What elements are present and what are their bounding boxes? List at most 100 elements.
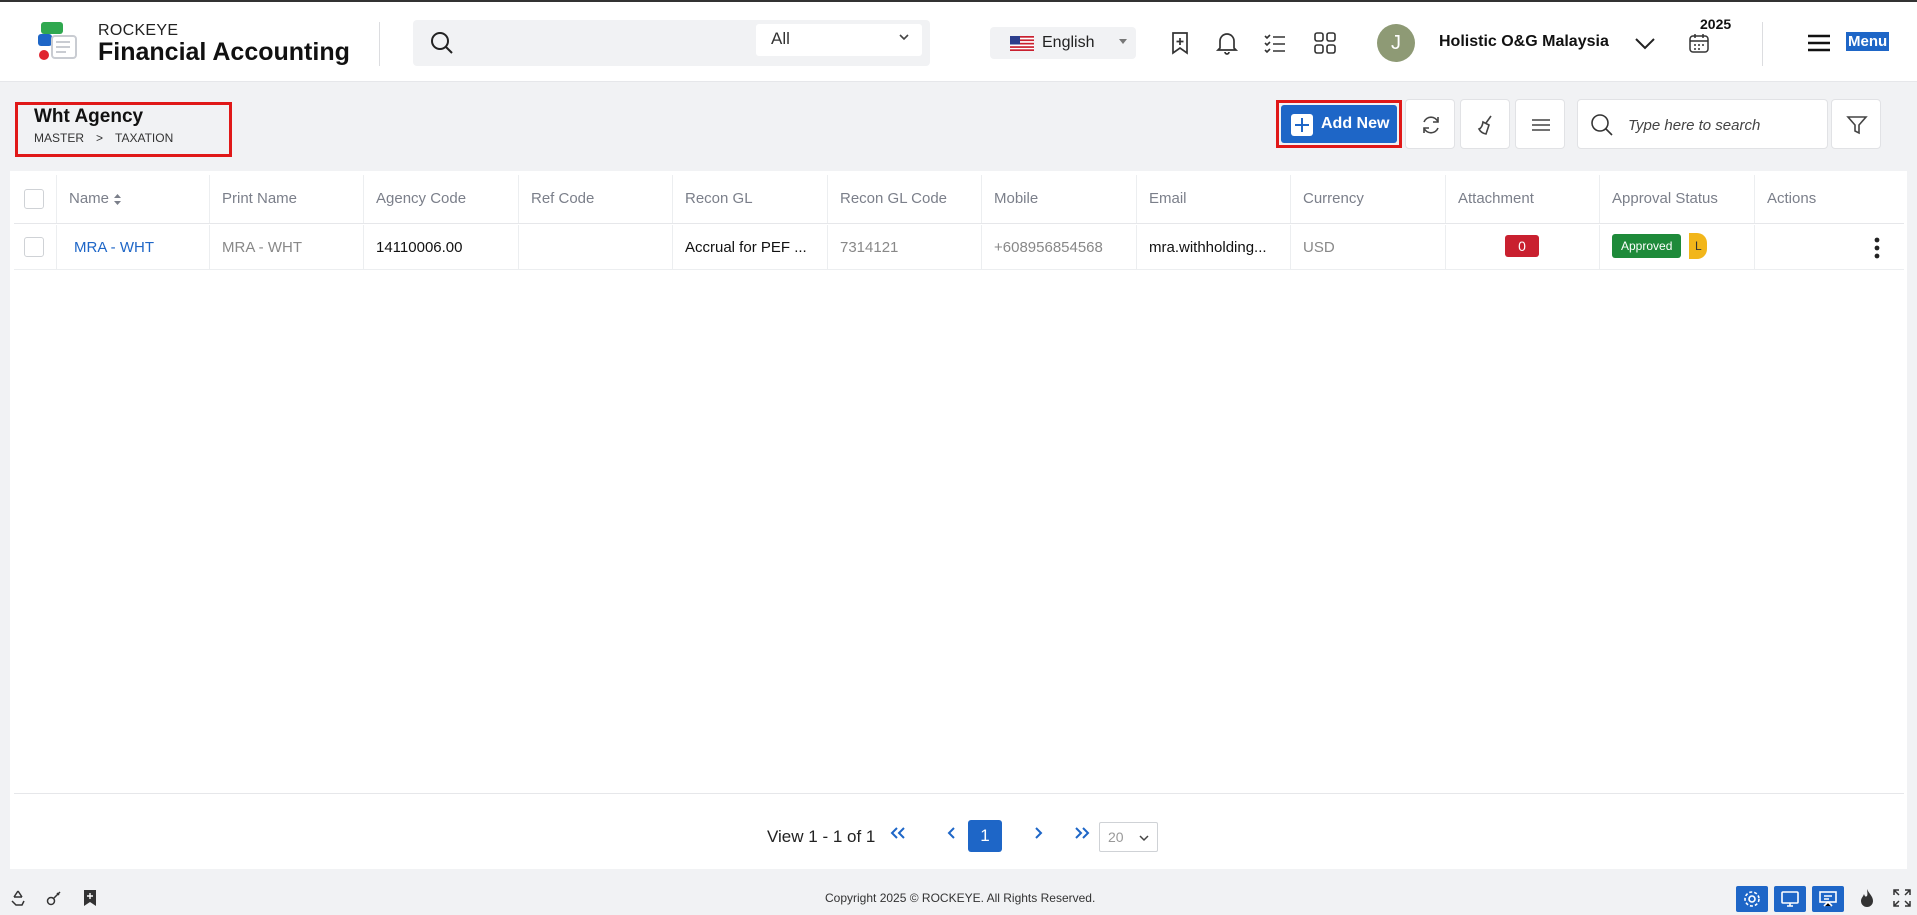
filter-icon <box>1846 116 1868 135</box>
menu-label[interactable]: Menu <box>1846 32 1890 51</box>
add-new-highlight-box: Add New <box>1276 100 1402 148</box>
fullscreen-icon[interactable] <box>1893 889 1911 907</box>
last-page-icon[interactable] <box>1073 826 1091 840</box>
pagination: View 1 - 1 of 1 1 20 <box>14 793 1904 863</box>
cell-mobile: +608956854568 <box>982 225 1137 269</box>
fiscal-year[interactable]: 2025 <box>1700 16 1731 32</box>
row-checkbox[interactable] <box>24 237 44 257</box>
sort-icon[interactable] <box>113 193 122 206</box>
breadcrumb-item-taxation[interactable]: TAXATION <box>115 131 173 145</box>
footer: Copyright 2025 © ROCKEYE. All Rights Res… <box>0 883 1917 915</box>
search-icon <box>431 32 453 54</box>
column-header-recon-gl-code[interactable]: Recon GL Code <box>828 175 982 223</box>
gear-icon <box>1744 891 1760 907</box>
search-scope-value: All <box>771 29 790 48</box>
select-all-checkbox[interactable] <box>24 189 44 209</box>
next-page-icon[interactable] <box>1033 826 1043 840</box>
cell-recon-gl: Accrual for PEF ... <box>673 225 828 269</box>
table-search[interactable] <box>1577 99 1828 149</box>
cell-email: mra.withholding... <box>1137 225 1291 269</box>
apps-grid-icon[interactable] <box>1312 30 1338 56</box>
column-menu-button[interactable] <box>1515 99 1565 149</box>
refresh-button[interactable] <box>1405 99 1455 149</box>
chevron-down-icon[interactable] <box>1632 30 1658 56</box>
column-header-approval-status[interactable]: Approval Status <box>1600 175 1755 223</box>
cell-currency: USD <box>1291 225 1446 269</box>
chevron-down-icon <box>1139 835 1149 842</box>
kebab-menu-icon[interactable] <box>1874 237 1880 259</box>
language-label: English <box>1042 34 1095 51</box>
flame-icon[interactable] <box>1859 888 1875 908</box>
attachment-count-badge[interactable]: 0 <box>1505 235 1539 257</box>
recycle-icon[interactable] <box>9 889 27 907</box>
global-search[interactable]: All <box>413 20 930 66</box>
column-header-label: Name <box>69 190 110 207</box>
column-header-actions: Actions <box>1767 190 1817 207</box>
prev-page-icon[interactable] <box>947 826 957 840</box>
divider <box>379 22 380 66</box>
monitor-icon <box>1781 891 1799 907</box>
row-select-cell <box>14 225 57 269</box>
cell-agency-code: 14110006.00 <box>364 225 519 269</box>
header-select-cell <box>14 175 57 223</box>
breadcrumb-item-master[interactable]: MASTER <box>34 131 84 145</box>
broom-icon <box>1477 115 1492 135</box>
column-header-attachment[interactable]: Attachment <box>1446 175 1600 223</box>
cell-approval-status: Approved L <box>1600 225 1755 269</box>
page-title: Wht Agency <box>34 106 144 127</box>
company-name[interactable]: Holistic O&G Malaysia <box>1439 33 1609 51</box>
approved-status-badge: Approved <box>1612 234 1682 258</box>
current-page-button[interactable]: 1 <box>968 820 1002 852</box>
table-header: Name Print Name Agency Code Ref Code Rec… <box>14 175 1904 224</box>
settings-button[interactable] <box>1736 886 1768 912</box>
clear-filters-button[interactable] <box>1460 99 1510 149</box>
page-size-select[interactable]: 20 <box>1099 822 1158 852</box>
user-avatar[interactable]: J <box>1377 24 1415 62</box>
presentation-icon <box>1819 891 1837 907</box>
cell-actions <box>1755 225 1904 269</box>
breadcrumb: MASTER > TAXATION <box>34 131 173 145</box>
column-header-print-name[interactable]: Print Name <box>210 175 364 223</box>
presentation-button[interactable] <box>1812 886 1844 912</box>
filter-button[interactable] <box>1831 99 1881 149</box>
level-badge[interactable]: L <box>1689 233 1708 259</box>
rockeye-logo-icon <box>38 22 77 60</box>
column-header-mobile[interactable]: Mobile <box>982 175 1137 223</box>
lines-icon <box>1532 119 1550 131</box>
column-header-agency-code[interactable]: Agency Code <box>364 175 519 223</box>
column-header-ref-code[interactable]: Ref Code <box>519 175 673 223</box>
us-flag-icon <box>1010 36 1034 51</box>
column-header-currency[interactable]: Currency <box>1291 175 1446 223</box>
add-new-button[interactable]: Add New <box>1281 105 1397 143</box>
checklist-icon[interactable] <box>1262 30 1288 56</box>
calendar-icon[interactable] <box>1688 32 1710 54</box>
table-row[interactable]: MRA - WHT MRA - WHT 14110006.00 Accrual … <box>14 225 1904 270</box>
settings-key-icon[interactable] <box>45 889 63 907</box>
page-size-value: 20 <box>1108 829 1124 845</box>
cell-name[interactable]: MRA - WHT <box>57 225 210 269</box>
column-header-email[interactable]: Email <box>1137 175 1291 223</box>
search-icon <box>1591 114 1613 136</box>
plus-icon <box>1291 114 1313 136</box>
chevron-down-icon <box>899 34 909 41</box>
bookmark-icon[interactable] <box>82 889 98 907</box>
caret-down-icon <box>1119 39 1127 44</box>
bookmark-add-icon[interactable] <box>1167 30 1193 56</box>
data-grid: Name Print Name Agency Code Ref Code Rec… <box>10 171 1907 869</box>
divider <box>1762 22 1763 66</box>
first-page-icon[interactable] <box>889 826 907 840</box>
brand-product: Financial Accounting <box>98 38 350 66</box>
refresh-icon <box>1423 116 1439 134</box>
language-select[interactable]: English <box>990 27 1136 59</box>
top-bar: ROCKEYE Financial Accounting All English… <box>0 0 1917 82</box>
cell-ref-code <box>519 225 673 269</box>
table-search-input[interactable] <box>1628 113 1818 137</box>
column-header-name[interactable]: Name <box>57 175 210 223</box>
bell-icon[interactable] <box>1214 30 1240 56</box>
cell-recon-gl-code: 7314121 <box>828 225 982 269</box>
monitor-button[interactable] <box>1774 886 1806 912</box>
copyright-text: Copyright 2025 © ROCKEYE. All Rights Res… <box>825 891 1096 905</box>
hamburger-menu-icon[interactable] <box>1806 30 1832 56</box>
column-header-recon-gl[interactable]: Recon GL <box>673 175 828 223</box>
search-scope-select[interactable]: All <box>756 24 922 56</box>
